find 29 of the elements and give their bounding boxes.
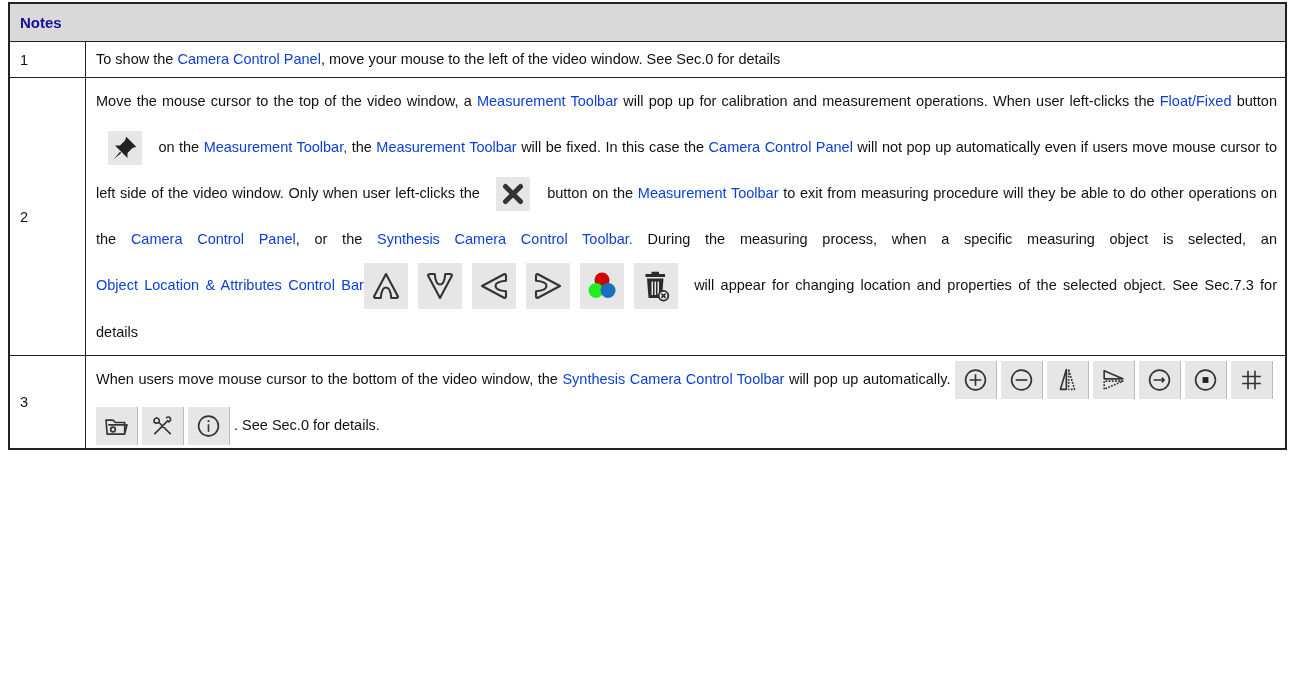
info-icon xyxy=(188,407,230,446)
highlighted-term: Measurement Toolbar xyxy=(637,185,779,201)
highlighted-term: Object Location & Attributes Control Bar xyxy=(96,277,364,293)
pin-icon xyxy=(108,131,142,166)
color-circles-icon xyxy=(579,263,624,310)
highlighted-term: Camera Control Panel xyxy=(177,51,321,67)
record-icon xyxy=(1185,361,1227,400)
close-icon xyxy=(496,177,531,212)
highlighted-term: Measurement Toolbar xyxy=(476,93,619,109)
folder-icon xyxy=(96,407,138,446)
zoom-out-icon xyxy=(1001,361,1043,400)
tools-icon xyxy=(142,407,184,446)
table-header: Notes xyxy=(9,3,1286,42)
highlighted-term: Measurement Toolbar xyxy=(376,139,517,155)
highlighted-term: Synthesis Camera Control Toolbar. xyxy=(377,231,633,247)
highlighted-term: Camera Control Panel xyxy=(708,139,853,155)
trash-icon xyxy=(633,263,678,310)
highlighted-term: Synthesis Camera Control Toolbar xyxy=(562,371,785,388)
highlighted-term: Camera Control Panel xyxy=(130,231,296,247)
row-number: 1 xyxy=(9,41,86,78)
flip-horizontal-icon xyxy=(1047,361,1089,400)
zoom-in-icon xyxy=(955,361,997,400)
highlighted-term: Float/Fixed xyxy=(1159,93,1232,109)
row-number: 2 xyxy=(9,77,86,356)
note-text: When users move mouse cursor to the bottom of the video window, the Synthesis Camera Control Toolbar will pop up automatically. . See Sec.0 for details. xyxy=(96,356,1277,449)
note-text: To show the Camera Control Panel, move your mouse to the left of the video window. See Sec.0 for details xyxy=(96,50,782,69)
highlighted-term: Measurement Toolbar, xyxy=(203,139,348,155)
grid-icon xyxy=(1231,361,1273,400)
flip-vertical-icon xyxy=(1093,361,1135,400)
